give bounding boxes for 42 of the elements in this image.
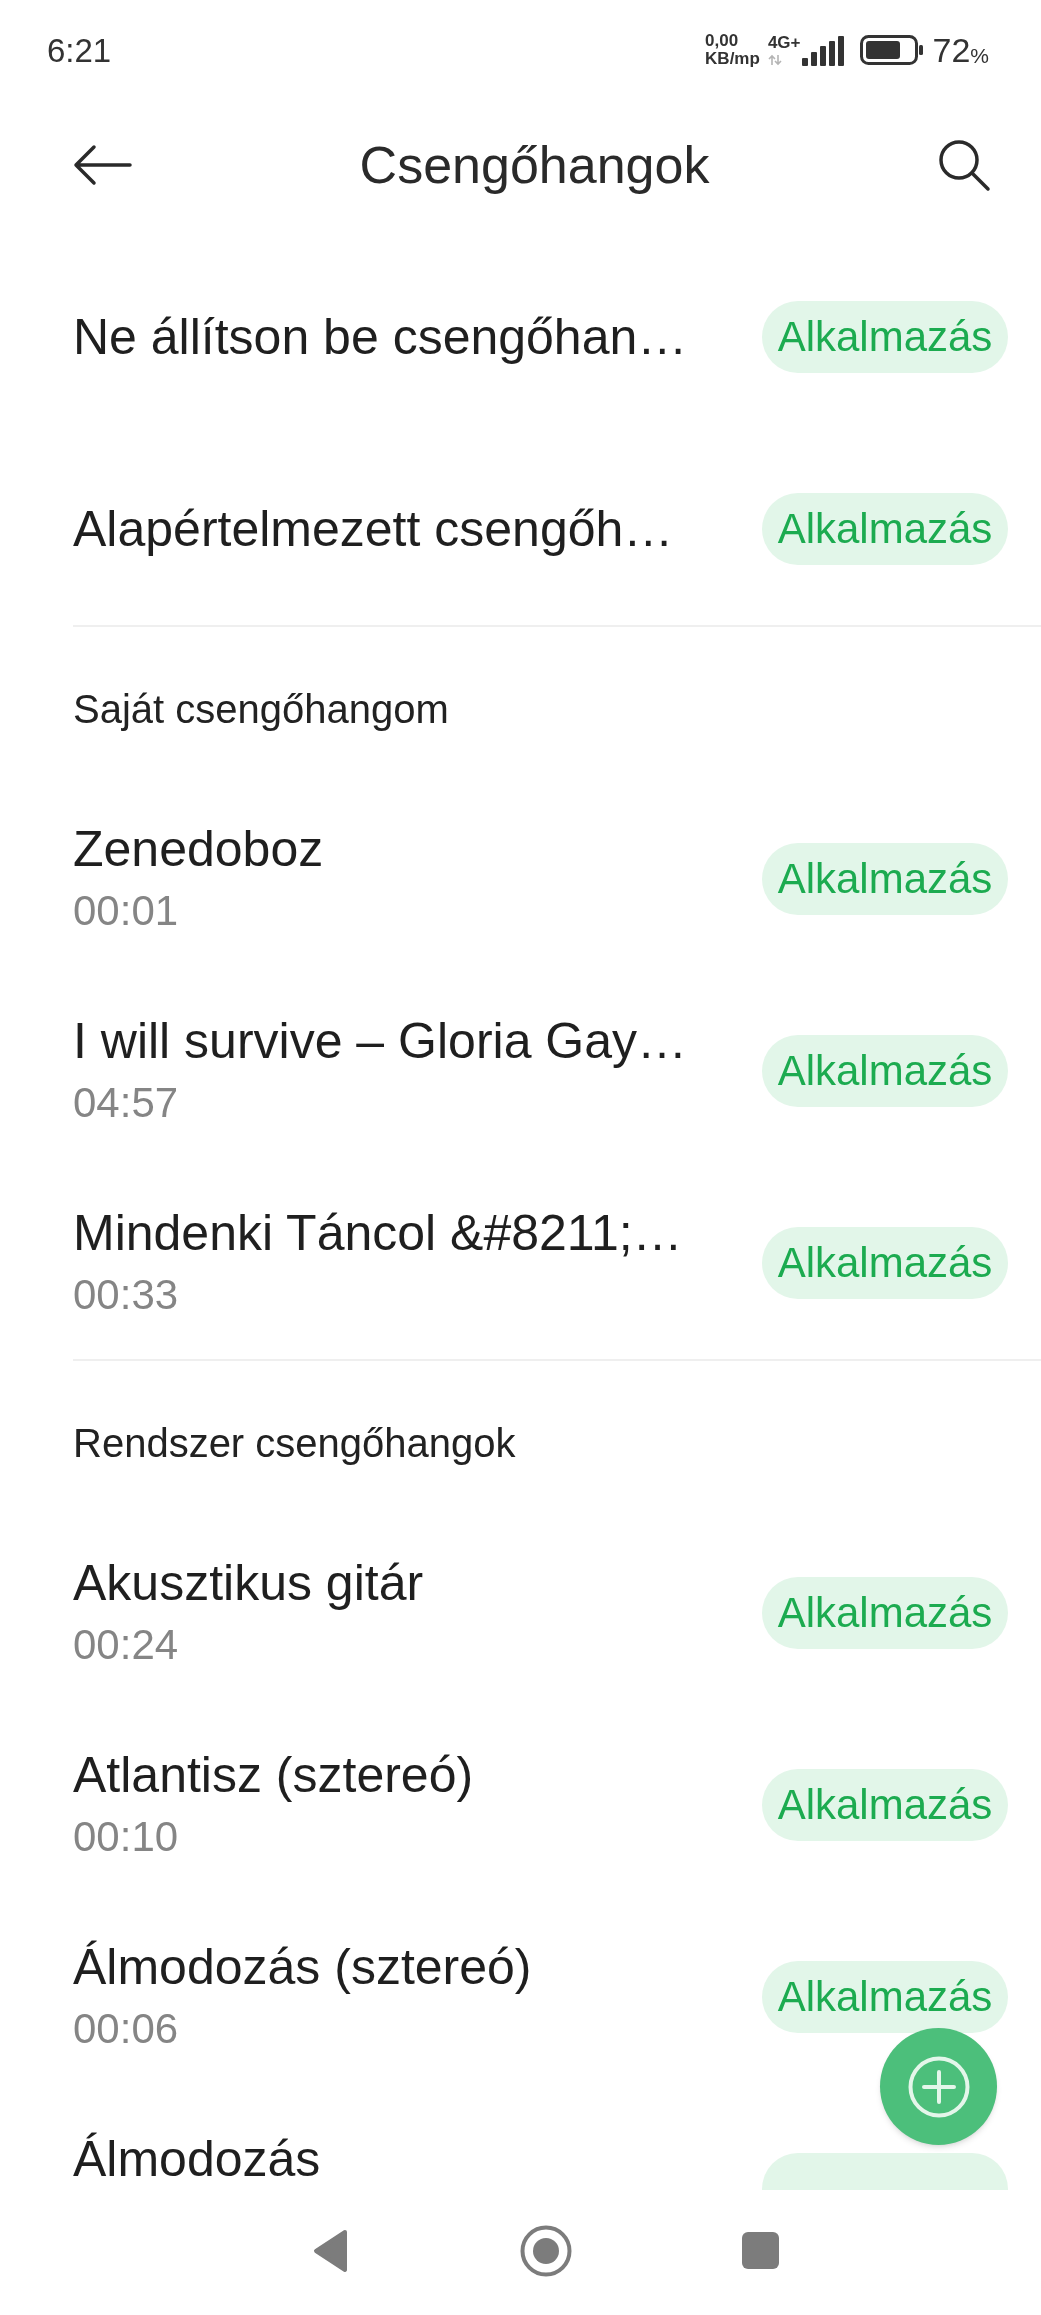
search-icon (937, 138, 991, 192)
signal-icon (802, 36, 847, 66)
network-speed-value: 0,00 (705, 32, 739, 50)
nav-back-triangle-icon (313, 2228, 348, 2273)
plus-circle-icon (907, 2055, 970, 2118)
ringtone-title: Zenedoboz (73, 820, 324, 879)
ringtone-title: Atlantisz (sztereó) (73, 1746, 474, 1805)
ringtone-title: Álmodozás (sztereó) (73, 1938, 532, 1997)
ringtone-title: I will survive – Gloria Gay… (73, 1012, 688, 1071)
network-type: 4G+ (767, 34, 801, 52)
section-heading: Rendszer csengőhangok (73, 1421, 516, 1465)
apply-button[interactable]: Alkalmazás (762, 1961, 1008, 2033)
apply-button[interactable]: Alkalmazás (762, 301, 1008, 373)
ringtone-duration: 00:06 (73, 2004, 180, 2054)
battery-icon (860, 35, 925, 65)
ringtone-duration: 00:24 (73, 1620, 180, 1670)
battery-percent-sign: % (970, 44, 989, 66)
ringtone-title: Mindenki Táncol &#8211;… (73, 1204, 683, 1263)
ringtone-duration: 00:10 (73, 1812, 180, 1862)
ringtone-option-title: Alapértelmezett csengőh… (73, 500, 674, 559)
network-speed-unit: KB/mp (705, 50, 760, 68)
apply-button[interactable]: Alkalmazás (762, 1577, 1008, 1649)
ringtone-title: Akusztikus gitár (73, 1554, 424, 1613)
ringtone-duration: 00:01 (73, 886, 180, 936)
status-time: 6:21 (47, 33, 112, 67)
nav-square-icon (742, 2232, 779, 2269)
apply-button[interactable]: Alkalmazás (762, 1227, 1008, 1299)
ringtone-title: Álmodozás (73, 2130, 321, 2189)
back-arrow-icon (72, 144, 132, 186)
nav-home-circle-icon (519, 2224, 572, 2277)
apply-button[interactable]: Alkalmazás (762, 843, 1008, 915)
apply-button[interactable]: Alkalmazás (762, 493, 1008, 565)
ringtone-option-title: Ne állítson be csengőhan… (73, 308, 688, 367)
ringtone-duration: 00:33 (73, 1270, 180, 1320)
apply-button[interactable]: Alkalmazás (762, 1035, 1008, 1107)
data-transfer-icon (767, 54, 782, 66)
section-heading: Saját csengőhangom (73, 687, 449, 731)
nav-recents-button[interactable] (740, 2230, 781, 2271)
apply-button[interactable]: Alkalmazás (762, 1769, 1008, 1841)
ringtone-duration: 04:57 (73, 1078, 180, 1128)
nav-home-button[interactable] (519, 2224, 572, 2277)
battery-percentage: 72 (932, 33, 971, 67)
